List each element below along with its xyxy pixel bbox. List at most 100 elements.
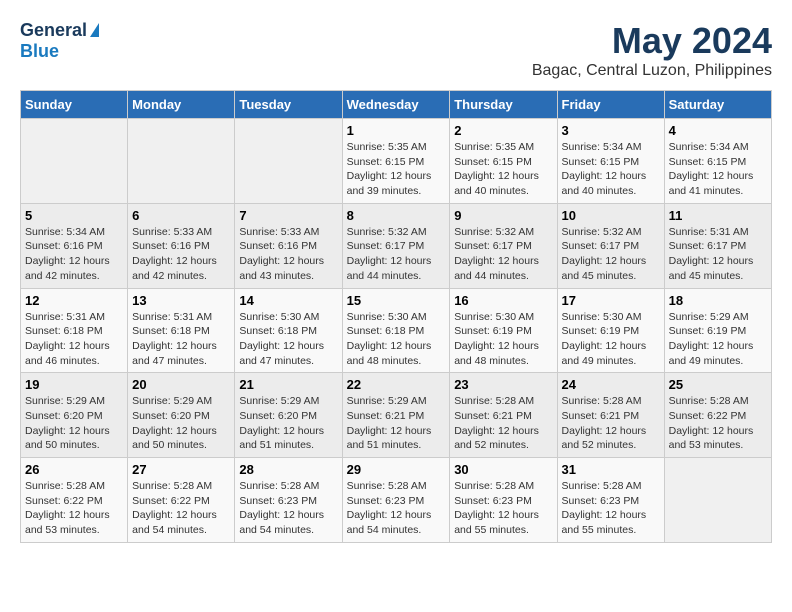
- month-year-title: May 2024: [532, 20, 772, 62]
- calendar-cell: 30 Sunrise: 5:28 AMSunset: 6:23 PMDayligh…: [450, 458, 557, 543]
- day-number: 6: [132, 208, 230, 223]
- calendar-cell: 2Sunrise: 5:35 AMSunset: 6:15 PMDaylight…: [450, 119, 557, 204]
- day-info: Sunrise: 5:28 AMSunset: 6:22 PMDaylight:…: [25, 479, 123, 538]
- day-number: 20: [132, 377, 230, 392]
- day-info: Sunrise: 5:29 AMSunset: 6:21 PMDaylight:…: [347, 394, 446, 453]
- day-info: Sunrise: 5:28 AMSunset: 6:22 PMDaylight:…: [669, 394, 767, 453]
- logo-general-text: General: [20, 20, 87, 41]
- calendar-cell: 28 Sunrise: 5:28 AMSunset: 6:23 PMDayligh…: [235, 458, 342, 543]
- day-info: Sunrise: 5:28 AMSunset: 6:23 PMDaylight:…: [239, 479, 337, 538]
- calendar-cell: 5 Sunrise: 5:34 AMSunset: 6:16 PMDaylight…: [21, 203, 128, 288]
- day-info: Sunrise: 5:30 AMSunset: 6:18 PMDaylight:…: [239, 310, 337, 369]
- calendar-cell: 6Sunrise: 5:33 AMSunset: 6:16 PMDaylight…: [128, 203, 235, 288]
- day-info: Sunrise: 5:30 AMSunset: 6:19 PMDaylight:…: [454, 310, 552, 369]
- day-info: Sunrise: 5:29 AMSunset: 6:19 PMDaylight:…: [669, 310, 767, 369]
- col-thursday: Thursday: [450, 91, 557, 119]
- calendar-cell: 7 Sunrise: 5:33 AMSunset: 6:16 PMDaylight…: [235, 203, 342, 288]
- calendar-cell: 11Sunrise: 5:31 AMSunset: 6:17 PMDayligh…: [664, 203, 771, 288]
- day-info: Sunrise: 5:29 AMSunset: 6:20 PMDaylight:…: [132, 394, 230, 453]
- calendar-cell: [128, 119, 235, 204]
- day-info: Sunrise: 5:31 AMSunset: 6:17 PMDaylight:…: [669, 225, 767, 284]
- calendar-cell: 20 Sunrise: 5:29 AMSunset: 6:20 PMDayligh…: [128, 373, 235, 458]
- day-number: 22: [347, 377, 446, 392]
- day-number: 23: [454, 377, 552, 392]
- day-info: Sunrise: 5:30 AMSunset: 6:19 PMDaylight:…: [562, 310, 660, 369]
- day-info: Sunrise: 5:32 AMSunset: 6:17 PMDaylight:…: [347, 225, 446, 284]
- day-info: Sunrise: 5:29 AMSunset: 6:20 PMDaylight:…: [239, 394, 337, 453]
- col-saturday: Saturday: [664, 91, 771, 119]
- col-monday: Monday: [128, 91, 235, 119]
- day-info: Sunrise: 5:28 AMSunset: 6:21 PMDaylight:…: [454, 394, 552, 453]
- calendar-cell: 10 Sunrise: 5:32 AMSunset: 6:17 PMDayligh…: [557, 203, 664, 288]
- calendar-cell: 25 Sunrise: 5:28 AMSunset: 6:22 PMDayligh…: [664, 373, 771, 458]
- calendar-cell: 1 Sunrise: 5:35 AMSunset: 6:15 PMDaylight…: [342, 119, 450, 204]
- day-number: 17: [562, 293, 660, 308]
- day-number: 26: [25, 462, 123, 477]
- title-area: May 2024 Bagac, Central Luzon, Philippin…: [532, 20, 772, 80]
- logo-blue-text: Blue: [20, 41, 59, 61]
- day-number: 5: [25, 208, 123, 223]
- day-number: 27: [132, 462, 230, 477]
- calendar-week-row: 26 Sunrise: 5:28 AMSunset: 6:22 PMDayligh…: [21, 458, 772, 543]
- day-number: 19: [25, 377, 123, 392]
- day-number: 2: [454, 123, 552, 138]
- day-info: Sunrise: 5:28 AMSunset: 6:23 PMDaylight:…: [562, 479, 660, 538]
- day-number: 24: [562, 377, 660, 392]
- day-info: Sunrise: 5:33 AMSunset: 6:16 PMDaylight:…: [239, 225, 337, 284]
- day-info: Sunrise: 5:28 AMSunset: 6:22 PMDaylight:…: [132, 479, 230, 538]
- calendar-cell: 27 Sunrise: 5:28 AMSunset: 6:22 PMDayligh…: [128, 458, 235, 543]
- day-info: Sunrise: 5:28 AMSunset: 6:23 PMDaylight:…: [454, 479, 552, 538]
- calendar-cell: 16 Sunrise: 5:30 AMSunset: 6:19 PMDayligh…: [450, 288, 557, 373]
- day-number: 15: [347, 293, 446, 308]
- col-tuesday: Tuesday: [235, 91, 342, 119]
- day-number: 10: [562, 208, 660, 223]
- day-info: Sunrise: 5:35 AMSunset: 6:15 PMDaylight:…: [347, 140, 446, 199]
- day-number: 31: [562, 462, 660, 477]
- day-info: Sunrise: 5:34 AMSunset: 6:15 PMDaylight:…: [562, 140, 660, 199]
- day-number: 12: [25, 293, 123, 308]
- calendar-cell: 17 Sunrise: 5:30 AMSunset: 6:19 PMDayligh…: [557, 288, 664, 373]
- calendar-cell: 14 Sunrise: 5:30 AMSunset: 6:18 PMDayligh…: [235, 288, 342, 373]
- day-number: 30: [454, 462, 552, 477]
- day-info: Sunrise: 5:32 AMSunset: 6:17 PMDaylight:…: [562, 225, 660, 284]
- header: General Blue May 2024 Bagac, Central Luz…: [20, 20, 772, 80]
- calendar-cell: [21, 119, 128, 204]
- calendar-cell: 4Sunrise: 5:34 AMSunset: 6:15 PMDaylight…: [664, 119, 771, 204]
- day-number: 21: [239, 377, 337, 392]
- calendar-week-row: 1 Sunrise: 5:35 AMSunset: 6:15 PMDaylight…: [21, 119, 772, 204]
- calendar-cell: 21 Sunrise: 5:29 AMSunset: 6:20 PMDayligh…: [235, 373, 342, 458]
- day-info: Sunrise: 5:34 AMSunset: 6:16 PMDaylight:…: [25, 225, 123, 284]
- location-title: Bagac, Central Luzon, Philippines: [532, 62, 772, 80]
- day-number: 7: [239, 208, 337, 223]
- col-sunday: Sunday: [21, 91, 128, 119]
- day-number: 25: [669, 377, 767, 392]
- day-number: 18: [669, 293, 767, 308]
- calendar-table: Sunday Monday Tuesday Wednesday Thursday…: [20, 90, 772, 543]
- calendar-cell: 18 Sunrise: 5:29 AMSunset: 6:19 PMDayligh…: [664, 288, 771, 373]
- day-number: 1: [347, 123, 446, 138]
- day-number: 28: [239, 462, 337, 477]
- day-number: 13: [132, 293, 230, 308]
- day-info: Sunrise: 5:32 AMSunset: 6:17 PMDaylight:…: [454, 225, 552, 284]
- calendar-cell: 31 Sunrise: 5:28 AMSunset: 6:23 PMDayligh…: [557, 458, 664, 543]
- day-info: Sunrise: 5:29 AMSunset: 6:20 PMDaylight:…: [25, 394, 123, 453]
- col-wednesday: Wednesday: [342, 91, 450, 119]
- calendar-cell: [235, 119, 342, 204]
- calendar-cell: 26 Sunrise: 5:28 AMSunset: 6:22 PMDayligh…: [21, 458, 128, 543]
- calendar-cell: [664, 458, 771, 543]
- calendar-cell: 9 Sunrise: 5:32 AMSunset: 6:17 PMDaylight…: [450, 203, 557, 288]
- day-number: 9: [454, 208, 552, 223]
- col-friday: Friday: [557, 91, 664, 119]
- day-number: 14: [239, 293, 337, 308]
- calendar-header-row: Sunday Monday Tuesday Wednesday Thursday…: [21, 91, 772, 119]
- calendar-cell: 8Sunrise: 5:32 AMSunset: 6:17 PMDaylight…: [342, 203, 450, 288]
- day-number: 4: [669, 123, 767, 138]
- calendar-cell: 23 Sunrise: 5:28 AMSunset: 6:21 PMDayligh…: [450, 373, 557, 458]
- day-info: Sunrise: 5:31 AMSunset: 6:18 PMDaylight:…: [132, 310, 230, 369]
- calendar-cell: 3Sunrise: 5:34 AMSunset: 6:15 PMDaylight…: [557, 119, 664, 204]
- calendar-week-row: 12 Sunrise: 5:31 AMSunset: 6:18 PMDayligh…: [21, 288, 772, 373]
- logo-triangle-icon: [90, 23, 99, 37]
- calendar-cell: 13 Sunrise: 5:31 AMSunset: 6:18 PMDayligh…: [128, 288, 235, 373]
- calendar-week-row: 19 Sunrise: 5:29 AMSunset: 6:20 PMDayligh…: [21, 373, 772, 458]
- day-number: 16: [454, 293, 552, 308]
